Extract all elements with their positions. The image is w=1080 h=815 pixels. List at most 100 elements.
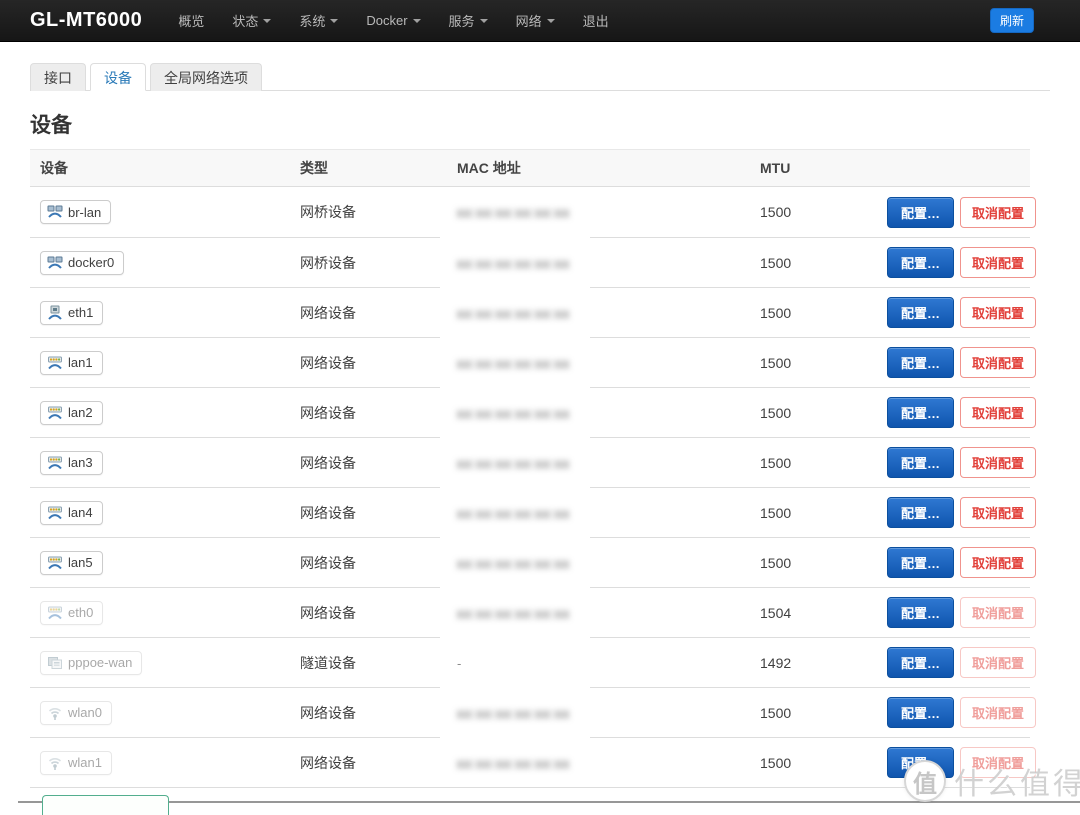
mac-address: xx:xx:xx:xx:xx:xx: [457, 455, 571, 471]
nav-item-label: 服务: [448, 14, 475, 29]
device-badge[interactable]: lan1: [40, 350, 103, 375]
tab-global-options[interactable]: 全局网络选项: [150, 63, 262, 91]
nav-item-overview[interactable]: 概览: [164, 0, 218, 41]
header-mac: MAC 地址: [457, 160, 521, 176]
unconfigure-button[interactable]: 取消配置: [960, 647, 1037, 678]
mtu-value: 1500: [760, 754, 792, 771]
tab-bar: 接口 设备 全局网络选项: [30, 62, 1050, 91]
unconfigure-button[interactable]: 取消配置: [960, 697, 1037, 728]
nav-item-status[interactable]: 状态: [218, 0, 285, 41]
device-type: 网络设备: [300, 504, 356, 521]
device-name: br-lan: [68, 204, 102, 220]
configure-button[interactable]: 配置…: [887, 397, 955, 428]
header-type: 类型: [300, 160, 328, 176]
device-badge[interactable]: lan2: [40, 400, 103, 425]
table-row: lan2 网络设备 xx:xx:xx:xx:xx:xx 1500 配置… 取消配…: [30, 387, 1037, 437]
mtu-value: 1500: [760, 704, 792, 721]
device-type: 网络设备: [300, 554, 356, 571]
brand-title[interactable]: GL-MT6000: [30, 9, 142, 32]
unconfigure-button[interactable]: 取消配置: [960, 597, 1037, 628]
device-name: lan2: [68, 405, 93, 420]
nav-item-system[interactable]: 系统: [285, 0, 352, 41]
tab-devices[interactable]: 设备: [90, 63, 146, 91]
mac-cell: xx:xx:xx:xx:xx:xx: [447, 555, 750, 571]
device-badge[interactable]: lan4: [40, 500, 103, 525]
device-badge[interactable]: lan3: [40, 450, 103, 475]
device-badge[interactable]: br-lan: [40, 200, 112, 224]
unconfigure-button[interactable]: 取消配置: [960, 347, 1037, 378]
tab-interfaces[interactable]: 接口: [30, 63, 86, 91]
unconfigure-button[interactable]: 取消配置: [960, 447, 1037, 478]
configure-button[interactable]: 配置…: [887, 547, 955, 578]
nav-item-services[interactable]: 服务: [435, 0, 502, 41]
mac-cell: xx:xx:xx:xx:xx:xx: [447, 505, 750, 521]
mac-address: -: [457, 655, 463, 671]
table-row: wlan1 网络设备 xx:xx:xx:xx:xx:xx 1500 配置… 取消…: [30, 737, 1037, 787]
top-navbar: GL-MT6000 概览 状态 系统 Docker 服务 网络 退出 刷新: [0, 0, 1080, 42]
table-row: lan1 网络设备 xx:xx:xx:xx:xx:xx 1500 配置… 取消配…: [30, 337, 1037, 387]
table-header-row: 设备 类型 MAC 地址 MTU: [30, 149, 1030, 187]
mac-address: xx:xx:xx:xx:xx:xx: [457, 705, 571, 721]
device-name: lan1: [68, 355, 93, 370]
unconfigure-button[interactable]: 取消配置: [960, 196, 1037, 228]
mtu-value: 1500: [760, 504, 792, 521]
mtu-value: 1500: [760, 404, 792, 421]
configure-button[interactable]: 配置…: [887, 447, 955, 478]
actions-cell: 配置… 取消配置: [857, 347, 1037, 378]
add-device-button-partial[interactable]: [42, 795, 169, 815]
mac-cell: xx:xx:xx:xx:xx:xx: [447, 405, 750, 421]
device-badge[interactable]: wlan0: [40, 700, 112, 725]
nav-item-docker[interactable]: Docker: [352, 0, 434, 41]
configure-button[interactable]: 配置…: [887, 247, 955, 278]
nav-menu: 概览 状态 系统 Docker 服务 网络 退出: [164, 0, 622, 41]
device-badge[interactable]: lan5: [40, 550, 103, 575]
unconfigure-button[interactable]: 取消配置: [960, 297, 1037, 328]
unconfigure-button[interactable]: 取消配置: [960, 497, 1037, 528]
nav-item-network[interactable]: 网络: [502, 0, 569, 41]
table-row: lan4 网络设备 xx:xx:xx:xx:xx:xx 1500 配置… 取消配…: [30, 487, 1037, 537]
device-badge[interactable]: docker0: [40, 250, 125, 275]
unconfigure-button[interactable]: 取消配置: [960, 547, 1037, 578]
device-cell: eth0: [30, 600, 290, 625]
device-name: lan5: [68, 555, 93, 570]
device-badge[interactable]: eth1: [40, 300, 104, 325]
refresh-button[interactable]: 刷新: [989, 8, 1034, 33]
device-name: lan3: [68, 455, 93, 470]
configure-button[interactable]: 配置…: [887, 297, 955, 328]
device-type: 网络设备: [300, 704, 356, 721]
table-row: wlan0 网络设备 xx:xx:xx:xx:xx:xx 1500 配置… 取消…: [30, 687, 1037, 737]
device-type: 网络设备: [300, 404, 356, 421]
configure-button[interactable]: 配置…: [887, 597, 955, 628]
nav-item-logout[interactable]: 退出: [569, 0, 623, 41]
mac-cell: -: [447, 655, 750, 671]
bridge-icon: [47, 204, 63, 220]
device-type: 隧道设备: [300, 654, 356, 671]
bridge-icon: [47, 255, 63, 271]
configure-button[interactable]: 配置…: [887, 697, 955, 728]
configure-button[interactable]: 配置…: [887, 196, 955, 228]
chevron-down-icon: [479, 18, 488, 23]
mac-address: xx:xx:xx:xx:xx:xx: [457, 755, 571, 771]
device-badge[interactable]: eth0: [40, 600, 104, 625]
unconfigure-button[interactable]: 取消配置: [960, 397, 1037, 428]
unconfigure-button[interactable]: 取消配置: [960, 747, 1037, 778]
configure-button[interactable]: 配置…: [887, 747, 955, 778]
nav-item-label: 系统: [299, 14, 326, 29]
switch-port-icon: [47, 555, 63, 571]
device-badge[interactable]: wlan1: [40, 750, 112, 775]
table-row: lan5 网络设备 xx:xx:xx:xx:xx:xx 1500 配置… 取消配…: [30, 537, 1037, 587]
table-row: pppoe-wan 隧道设备 - 1492 配置… 取消配置: [30, 637, 1037, 687]
device-badge[interactable]: pppoe-wan: [40, 650, 143, 675]
mac-address: xx:xx:xx:xx:xx:xx: [457, 555, 571, 571]
mtu-value: 1500: [760, 554, 792, 571]
configure-button[interactable]: 配置…: [887, 347, 955, 378]
configure-button[interactable]: 配置…: [887, 647, 955, 678]
table-row: eth0 网络设备 xx:xx:xx:xx:xx:xx 1504 配置… 取消配…: [30, 587, 1037, 637]
device-type: 网络设备: [300, 454, 356, 471]
actions-cell: 配置… 取消配置: [857, 297, 1037, 328]
unconfigure-button[interactable]: 取消配置: [960, 247, 1037, 278]
configure-button[interactable]: 配置…: [887, 497, 955, 528]
device-cell: lan3: [30, 450, 290, 475]
main-content: 接口 设备 全局网络选项 设备 设备 类型 MAC 地址 MTU br-lan …: [0, 62, 1080, 788]
actions-cell: 配置… 取消配置: [857, 647, 1037, 678]
